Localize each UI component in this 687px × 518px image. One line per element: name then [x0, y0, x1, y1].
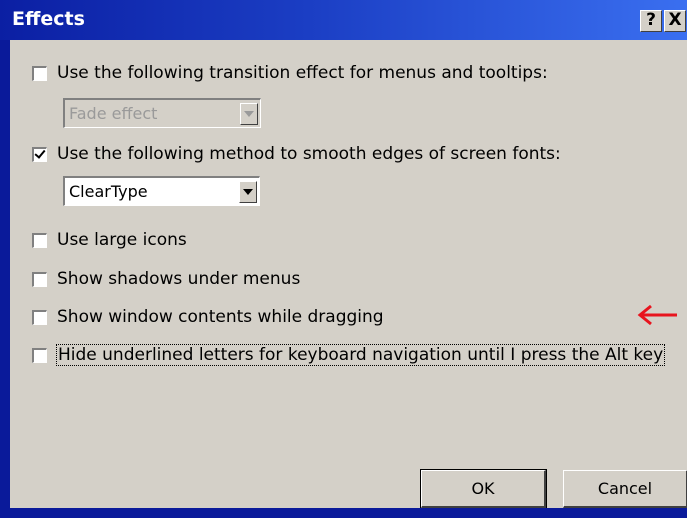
option-label: Use the following method to smooth edges…	[57, 144, 561, 164]
close-button[interactable]: X	[664, 10, 686, 32]
option-label: Use large icons	[57, 230, 187, 250]
title-bar[interactable]: Effects ? X	[0, 0, 687, 40]
option-label: Hide underlined letters for keyboard nav…	[55, 344, 666, 366]
bottom-frame	[0, 508, 687, 518]
dialog-body: Use the following transition effect for …	[10, 40, 687, 509]
ok-button[interactable]: OK	[420, 469, 547, 509]
option-window-contents-dragging[interactable]: Show window contents while dragging	[32, 307, 384, 327]
left-frame	[0, 40, 10, 508]
checkbox-transition-effect[interactable]	[32, 65, 47, 81]
chevron-down-icon	[240, 102, 258, 125]
red-arrow-icon	[637, 304, 677, 326]
checkbox-window-contents-dragging[interactable]	[32, 309, 47, 325]
cancel-button[interactable]: Cancel	[563, 470, 687, 508]
option-label: Show window contents while dragging	[57, 307, 384, 327]
window-title: Effects	[12, 8, 85, 30]
select-value: ClearType	[69, 182, 148, 201]
help-button[interactable]: ?	[640, 10, 662, 32]
option-large-icons[interactable]: Use large icons	[32, 230, 187, 250]
option-menu-shadows[interactable]: Show shadows under menus	[32, 269, 300, 289]
select-value: Fade effect	[69, 104, 158, 123]
transition-effect-select: Fade effect	[63, 98, 261, 128]
option-hide-underlined-letters[interactable]: Hide underlined letters for keyboard nav…	[32, 344, 666, 366]
checkbox-large-icons[interactable]	[32, 232, 47, 248]
effects-dialog: Effects ? X Use the following transition…	[0, 0, 687, 518]
option-label: Show shadows under menus	[57, 269, 301, 289]
checkbox-smooth-fonts[interactable]	[32, 146, 47, 162]
option-smooth-fonts[interactable]: Use the following method to smooth edges…	[32, 144, 561, 164]
chevron-down-icon[interactable]	[239, 180, 257, 203]
checkbox-hide-underlined-letters[interactable]	[32, 347, 47, 363]
checkbox-menu-shadows[interactable]	[32, 271, 47, 287]
option-label: Use the following transition effect for …	[57, 63, 548, 83]
option-transition-effect[interactable]: Use the following transition effect for …	[32, 63, 548, 83]
font-smoothing-select[interactable]: ClearType	[63, 176, 260, 206]
